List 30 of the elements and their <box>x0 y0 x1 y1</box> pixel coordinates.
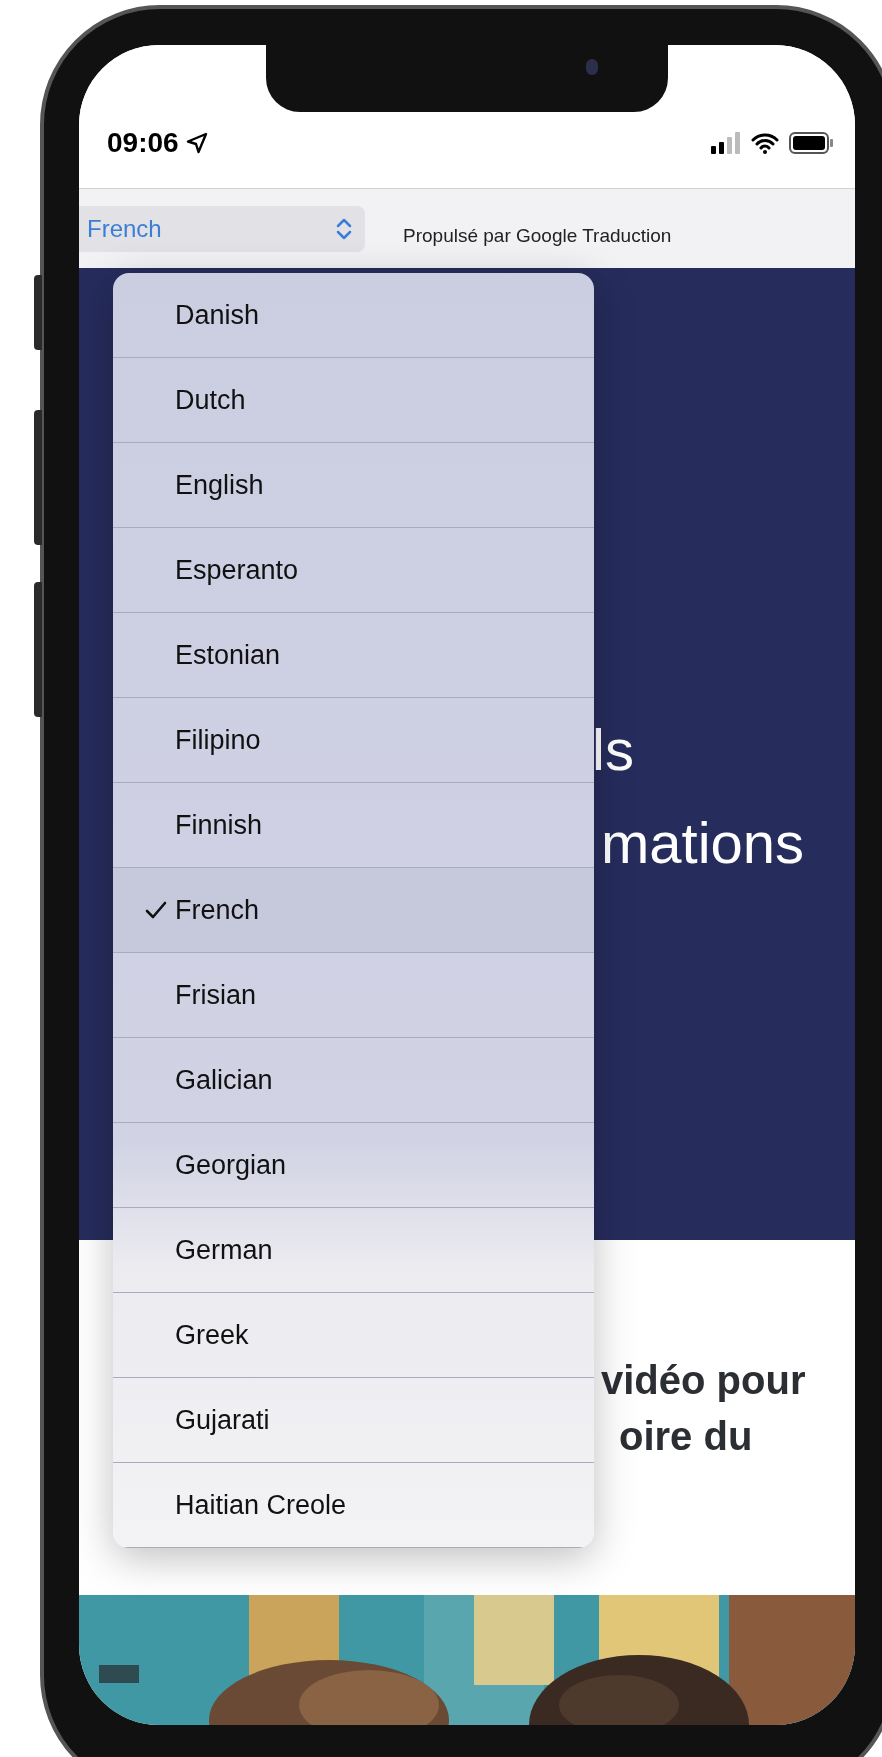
hero-heading: mations <box>601 809 805 877</box>
language-option[interactable]: Dutch <box>113 358 594 443</box>
language-option[interactable]: Esperanto <box>113 528 594 613</box>
language-option[interactable]: Georgian <box>113 1123 594 1208</box>
language-option[interactable]: English <box>113 443 594 528</box>
language-option[interactable]: French <box>113 868 594 953</box>
chevron-up-down-icon <box>335 216 353 241</box>
checkmark-icon <box>145 900 167 920</box>
side-button[interactable] <box>34 275 42 350</box>
language-option[interactable]: Greek <box>113 1293 594 1378</box>
side-button[interactable] <box>34 582 42 717</box>
camera-icon <box>586 59 598 75</box>
wifi-icon <box>751 132 779 154</box>
powered-by-text: Propulsé par Google Traduction <box>403 224 672 249</box>
signal-icon <box>711 132 741 154</box>
section-heading: vidéo pour <box>601 1357 806 1404</box>
location-arrow-icon <box>184 131 209 155</box>
language-option[interactable]: Estonian <box>113 613 594 698</box>
language-option[interactable]: Galician <box>113 1038 594 1123</box>
language-option[interactable]: Frisian <box>113 953 594 1038</box>
language-option[interactable]: Haitian Creole <box>113 1463 594 1548</box>
hero-heading: ls <box>592 716 634 784</box>
side-button[interactable] <box>34 410 42 545</box>
language-option[interactable]: Gujarati <box>113 1378 594 1463</box>
clock-time: 09:06 <box>107 126 179 160</box>
section-heading: oire du <box>619 1413 753 1460</box>
language-option[interactable]: Filipino <box>113 698 594 783</box>
battery-icon <box>789 132 833 154</box>
language-option[interactable]: German <box>113 1208 594 1293</box>
language-option[interactable]: Danish <box>113 273 594 358</box>
